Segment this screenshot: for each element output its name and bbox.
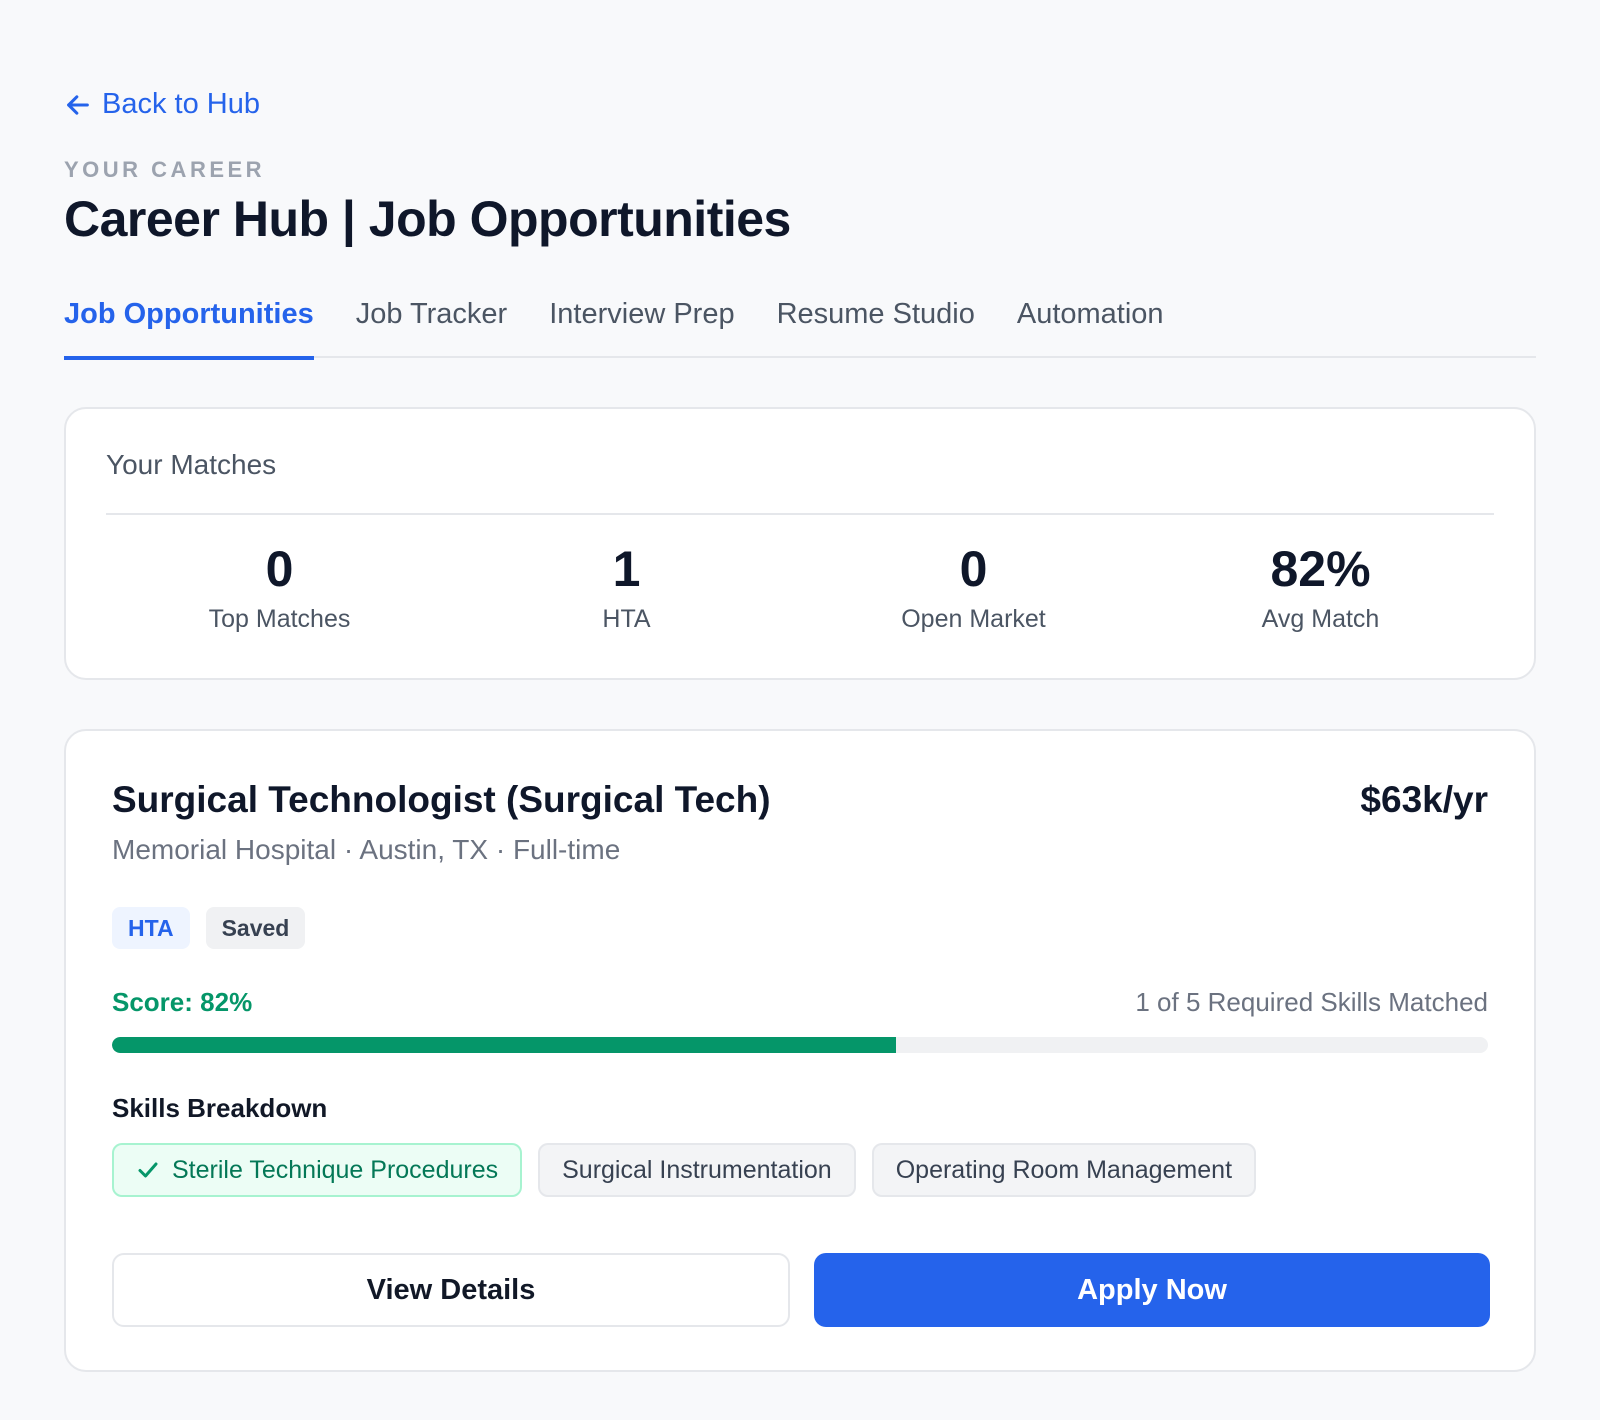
matches-title: Your Matches — [106, 449, 277, 480]
tag-hta: HTA — [112, 907, 190, 949]
score-label: Score: 82% — [112, 987, 253, 1017]
skills-breakdown-title: Skills Breakdown — [112, 1093, 328, 1123]
tab-bar: Job Opportunities Job Tracker Interview … — [64, 288, 1536, 360]
skills-list: Sterile Technique Procedures Surgical In… — [112, 1143, 1257, 1197]
stat-label: Top Matches — [208, 605, 351, 633]
tab-resume-studio[interactable]: Resume Studio — [777, 288, 975, 358]
job-tags: HTA Saved — [112, 907, 306, 949]
check-icon — [138, 1162, 158, 1178]
tab-interview-prep[interactable]: Interview Prep — [549, 288, 734, 358]
job-salary: $63k/yr — [1360, 779, 1488, 820]
stat-value: 82% — [1270, 541, 1371, 597]
view-details-button[interactable]: View Details — [112, 1253, 790, 1327]
arrow-left-icon — [67, 94, 89, 115]
tab-automation[interactable]: Automation — [1017, 288, 1164, 358]
page-title: Career Hub | Job Opportunities — [64, 191, 791, 247]
match-stats: 0 Top Matches 1 HTA 0 Open Market 82% Av… — [106, 539, 1494, 634]
score-progress-fill — [112, 1037, 897, 1053]
stat-value: 1 — [612, 541, 641, 597]
stat-value: 0 — [265, 541, 294, 597]
skill-label: Sterile Technique Procedures — [172, 1155, 499, 1184]
page: Back to Hub YOUR CAREER Career Hub | Job… — [0, 0, 1600, 1420]
stat-hta: 1 HTA — [453, 539, 800, 634]
skill-label: Operating Room Management — [895, 1155, 1233, 1184]
apply-now-button[interactable]: Apply Now — [814, 1253, 1490, 1327]
skills-matched-count: 1 of 5 Required Skills Matched — [1135, 987, 1488, 1017]
back-to-hub-link[interactable]: Back to Hub — [64, 88, 260, 121]
stat-label: Open Market — [901, 605, 1046, 633]
skill-chip-matched: Sterile Technique Procedures — [112, 1143, 523, 1197]
matches-card: Your Matches 0 Top Matches 1 HTA 0 Open … — [64, 407, 1536, 680]
skill-label: Surgical Instrumentation — [562, 1155, 832, 1184]
job-meta: Memorial Hospital · Austin, TX · Full-ti… — [112, 834, 621, 865]
tab-job-tracker[interactable]: Job Tracker — [356, 288, 508, 358]
stat-value: 0 — [959, 541, 988, 597]
skill-chip: Operating Room Management — [871, 1143, 1257, 1197]
stat-open-market: 0 Open Market — [800, 539, 1147, 634]
stat-label: Avg Match — [1261, 605, 1380, 633]
stat-label: HTA — [602, 605, 651, 633]
stat-top-matches: 0 Top Matches — [106, 539, 453, 634]
score-progress-bar — [112, 1037, 1488, 1053]
stat-avg-match: 82% Avg Match — [1147, 539, 1494, 634]
divider — [106, 513, 1494, 515]
job-card: Surgical Technologist (Surgical Tech) $6… — [64, 729, 1536, 1372]
tag-saved: Saved — [205, 907, 306, 949]
tab-job-opportunities[interactable]: Job Opportunities — [64, 288, 314, 360]
job-title: Surgical Technologist (Surgical Tech) — [112, 779, 771, 820]
back-to-hub-label: Back to Hub — [102, 88, 260, 120]
skill-chip: Surgical Instrumentation — [538, 1143, 856, 1197]
page-eyebrow: YOUR CAREER — [64, 157, 266, 182]
